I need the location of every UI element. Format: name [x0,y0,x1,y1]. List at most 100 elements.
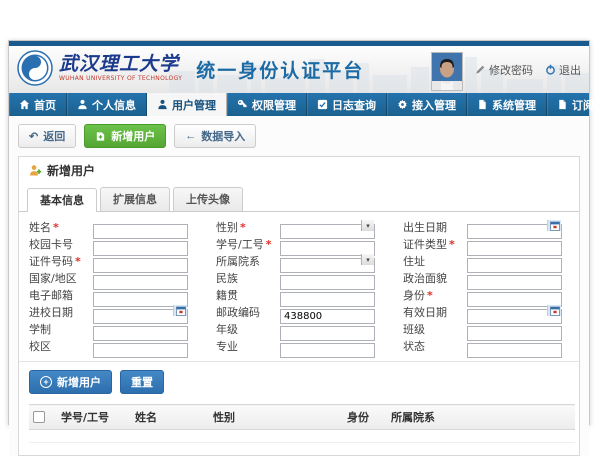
form-field-identity: 身份* [403,287,587,302]
required-asterisk: * [427,289,433,302]
nav-item-home[interactable]: 首页 [9,93,67,116]
table-header-row: 学号/工号姓名性别身份所属院系操作 [29,405,575,430]
plus-circle-icon: + [40,376,52,388]
log-check-icon [317,99,328,110]
field-label-status: 状态 [403,338,467,354]
calendar-icon[interactable] [547,220,561,231]
calendar-icon[interactable] [547,305,561,316]
form-field-campus-card-no: 校园卡号 [29,236,216,251]
change-password-link[interactable]: 修改密码 [475,62,533,78]
calendar-icon[interactable] [173,305,187,316]
tab-upload-avatar[interactable]: 上传头像 [173,187,243,211]
form-field-id-number: 证件号码* [29,253,216,268]
required-asterisk: * [53,221,59,234]
required-asterisk: * [266,238,272,251]
app-header: 武汉理工大学 WUHAN UNIVERSITY OF TECHNOLOGY 统一… [9,46,589,93]
field-label-postal-code: 邮政编码 [216,304,280,320]
add-person-icon [29,164,42,177]
empty-table-row [29,430,575,443]
field-input-wrap: ▾ [280,219,375,234]
field-input-wrap [93,253,188,268]
field-label-ethnicity: 民族 [216,270,280,286]
power-icon [545,64,556,75]
tab-basic-info[interactable]: 基本信息 [27,188,97,212]
table-header-col-3: 身份 [343,405,387,430]
field-input-wrap [467,219,562,234]
field-label-political-status: 政治面貌 [403,270,467,286]
field-input-wrap [93,321,188,336]
field-input-wrap [93,236,188,251]
basic-info-form: 姓名*性别*▾出生日期校园卡号学号/工号*证件类型*证件号码*所属院系▾住址国家… [19,212,579,362]
data-import-button[interactable]: ← 数据导入 [174,124,256,148]
field-input-wrap [93,338,188,353]
form-field-postal-code: 邮政编码 [216,304,403,319]
chevron-down-icon[interactable]: ▾ [361,254,374,265]
nav-item-permission[interactable]: 权限管理 [227,93,307,116]
form-field-native-place: 籍贯 [216,287,403,302]
field-label-grade: 年级 [216,321,280,337]
chevron-down-icon[interactable]: ▾ [361,220,374,231]
submit-add-user-button[interactable]: + 新增用户 [29,370,112,394]
university-logo [17,50,53,86]
back-label: 返回 [43,128,65,144]
gear-icon [397,99,408,110]
status-input[interactable] [467,343,562,358]
toolbar: ↶ 返回 新增用户 ← 数据导入 [18,124,580,148]
select-all-checkbox[interactable] [33,411,45,423]
nav-item-user-mgmt[interactable]: 用户管理 [147,93,227,116]
nav-item-access-mgmt[interactable]: 接入管理 [387,93,467,116]
add-user-toolbar-button[interactable]: 新增用户 [84,124,166,148]
logout-label: 退出 [559,62,581,78]
tab-extended-info[interactable]: 扩展信息 [100,187,170,211]
field-input-wrap [280,287,375,302]
form-field-campus: 校区 [29,338,216,353]
form-field-ethnicity: 民族 [216,270,403,285]
logout-link[interactable]: 退出 [545,62,581,78]
field-input-wrap [467,236,562,251]
reset-button[interactable]: 重置 [120,370,164,394]
field-label-entry-date: 进校日期 [29,304,93,320]
field-input-wrap [467,338,562,353]
field-input-wrap [280,270,375,285]
nav-item-subscription[interactable]: 订阅管理 [547,93,600,116]
field-input-wrap [280,304,375,319]
new-user-panel: 新增用户 基本信息扩展信息上传头像 姓名*性别*▾出生日期校园卡号学号/工号*证… [18,156,580,456]
major-input[interactable] [280,343,375,358]
campus-input[interactable] [93,343,188,358]
required-asterisk: * [449,238,455,251]
field-input-wrap [467,287,562,302]
form-field-name: 姓名* [29,219,216,234]
nav-item-system-mgmt[interactable]: 系统管理 [467,93,547,116]
file-icon [557,99,568,110]
field-input-wrap [93,219,188,234]
field-label-valid-date: 有效日期 [403,304,467,320]
table-header-col-1: 姓名 [131,405,209,430]
field-label-study-length: 学制 [29,321,93,337]
nav-item-log-query[interactable]: 日志查询 [307,93,387,116]
field-input-wrap [280,338,375,353]
back-arrow-icon: ↶ [29,130,38,143]
field-input-wrap [280,321,375,336]
panel-header: 新增用户 [19,157,579,184]
add-user-icon [95,131,106,142]
field-input-wrap [467,270,562,285]
field-label-department: 所属院系 [216,253,280,269]
back-button[interactable]: ↶ 返回 [18,124,76,148]
form-field-major: 专业 [216,338,403,353]
form-field-study-length: 学制 [29,321,216,336]
add-user-label: 新增用户 [111,128,155,144]
nav-item-personal-info[interactable]: 个人信息 [67,93,147,116]
field-input-wrap: ▾ [280,253,375,268]
field-label-major: 专业 [216,338,280,354]
field-label-email: 电子邮箱 [29,287,93,303]
form-field-political-status: 政治面貌 [403,270,587,285]
field-label-gender: 性别* [216,219,280,235]
user-icon [157,99,168,110]
submit-label: 新增用户 [57,374,101,390]
field-label-identity: 身份* [403,287,467,303]
field-label-birth-date: 出生日期 [403,219,467,235]
content-area: ↶ 返回 新增用户 ← 数据导入 新增用户 [9,116,589,456]
university-name-block: 武汉理工大学 WUHAN UNIVERSITY OF TECHNOLOGY [59,55,182,82]
nav-item-label: 日志查询 [332,97,376,113]
form-field-status: 状态 [403,338,587,353]
